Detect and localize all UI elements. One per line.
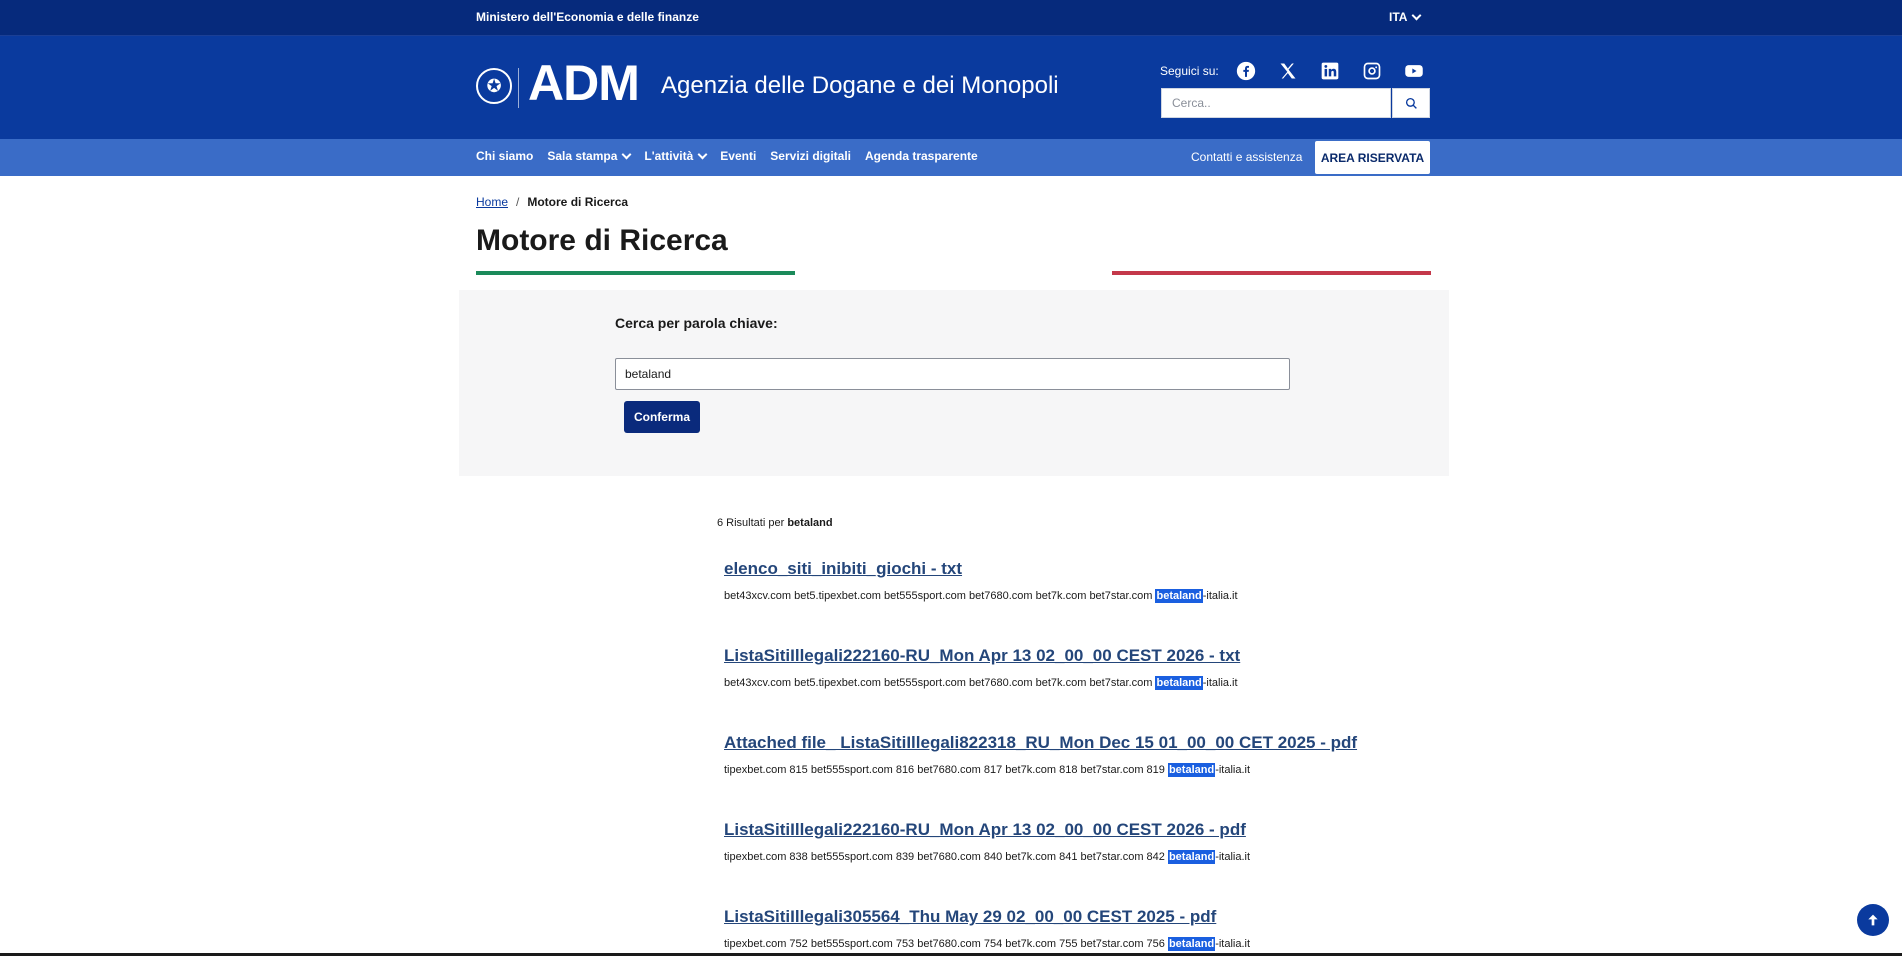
snippet-highlight: betaland [1167, 763, 1216, 777]
search-panel: Cerca per parola chiave: Conferma [459, 290, 1449, 476]
facebook-icon[interactable] [1235, 60, 1257, 82]
nav-item-label: Sala stampa [547, 149, 618, 163]
back-to-top-button[interactable] [1857, 904, 1889, 936]
ministry-link[interactable]: Ministero dell'Economia e delle finanze [476, 10, 699, 24]
snippet-highlight: betaland [1155, 676, 1203, 690]
nav-item-label: Chi siamo [476, 149, 534, 163]
breadcrumb-home-link[interactable]: Home [476, 195, 508, 209]
snippet-highlight: betaland [1167, 937, 1216, 951]
ministry-bar: Ministero dell'Economia e delle finanze … [0, 0, 1902, 36]
chevron-down-icon [697, 149, 708, 159]
result-item: elenco_siti_inibiti_giochi - txt bet43xc… [724, 559, 1238, 603]
result-snippet: tipexbet.com 815 bet555sport.com 816 bet… [724, 763, 1357, 777]
result-title-link[interactable]: ListaSitiIllegali222160-RU_Mon Apr 13 02… [724, 820, 1250, 840]
keyword-label: Cerca per parola chiave: [615, 315, 778, 331]
nav-item-sala-stampa[interactable]: Sala stampa [547, 149, 632, 163]
chevron-down-icon [1412, 10, 1422, 20]
snippet-text: -italia.it [1215, 851, 1251, 863]
nav-item-label: Agenda trasparente [865, 149, 978, 163]
nav-item-agenda-trasparente[interactable]: Agenda trasparente [865, 149, 978, 163]
linkedin-icon[interactable] [1319, 60, 1341, 82]
follow-label: Seguici su: [1160, 64, 1219, 78]
result-title-link[interactable]: ListaSitiIllegali222160-RU_Mon Apr 13 02… [724, 646, 1240, 666]
nav-item-label: Eventi [720, 149, 757, 163]
result-item: ListaSitiIllegali305564_Thu May 29 02_00… [724, 907, 1251, 951]
breadcrumb-separator: / [516, 195, 520, 209]
snippet-text: bet43xcv.com bet5.tipexbet.com bet555spo… [724, 590, 1156, 602]
confirm-button[interactable]: Conferma [624, 401, 700, 433]
result-snippet: tipexbet.com 752 bet555sport.com 753 bet… [724, 937, 1251, 951]
social-links: Seguici su: [1160, 60, 1425, 82]
result-snippet: tipexbet.com 838 bet555sport.com 839 bet… [724, 850, 1251, 864]
result-title-link[interactable]: ListaSitiIllegali305564_Thu May 29 02_00… [724, 907, 1250, 927]
snippet-text: tipexbet.com 752 bet555sport.com 753 bet… [724, 938, 1168, 950]
result-title-link[interactable]: elenco_siti_inibiti_giochi - txt [724, 559, 1238, 579]
nav-item-label: L'attività [644, 149, 694, 163]
snippet-text: tipexbet.com 815 bet555sport.com 816 bet… [724, 764, 1168, 776]
breadcrumb-current: Motore di Ricerca [527, 195, 629, 209]
arrow-up-icon [1868, 914, 1878, 926]
snippet-text: -italia.it [1202, 677, 1238, 689]
search-icon [1405, 97, 1417, 109]
x-icon[interactable] [1277, 60, 1299, 82]
result-snippet: bet43xcv.com bet5.tipexbet.com bet555spo… [724, 589, 1238, 603]
site-search-button[interactable] [1392, 88, 1430, 118]
youtube-icon[interactable] [1403, 60, 1425, 82]
flag-stripe-red [1112, 271, 1431, 275]
result-title-link[interactable]: Attached file_ ListaSitiIllegali822318_R… [724, 733, 1357, 753]
snippet-highlight: betaland [1155, 589, 1203, 603]
snippet-text: bet43xcv.com bet5.tipexbet.com bet555spo… [724, 677, 1156, 689]
result-item: Attached file_ ListaSitiIllegali822318_R… [724, 733, 1357, 777]
language-label: ITA [1389, 10, 1408, 24]
page-title: Motore di Ricerca [476, 224, 728, 257]
keyword-input[interactable] [615, 358, 1290, 390]
flag-stripe-green [476, 271, 795, 275]
agency-name[interactable]: Agenzia delle Dogane e dei Monopoli [661, 72, 1059, 100]
site-search-input[interactable]: Cerca.. [1161, 88, 1391, 118]
nav-item-attivita[interactable]: L'attività [644, 149, 708, 163]
result-snippet: bet43xcv.com bet5.tipexbet.com bet555spo… [724, 676, 1240, 690]
snippet-text: -italia.it [1215, 938, 1251, 950]
site-header: ✪ ADM Agenzia delle Dogane e dei Monopol… [0, 36, 1902, 139]
adm-logo[interactable]: ADM [528, 58, 640, 108]
nav-item-servizi-digitali[interactable]: Servizi digitali [770, 149, 851, 163]
result-item: ListaSitiIllegali222160-RU_Mon Apr 13 02… [724, 820, 1251, 864]
breadcrumb: Home / Motore di Ricerca [476, 195, 628, 209]
snippet-text: -italia.it [1202, 590, 1238, 602]
instagram-icon[interactable] [1361, 60, 1383, 82]
nav-item-eventi[interactable]: Eventi [720, 149, 756, 163]
nav-item-label: Servizi digitali [770, 149, 851, 163]
contacts-link[interactable]: Contatti e assistenza [1191, 150, 1302, 164]
snippet-text: -italia.it [1215, 764, 1251, 776]
results-count: 6 Risultati per betaland [717, 517, 833, 529]
nav-item-chi-siamo[interactable]: Chi siamo [476, 149, 533, 163]
reserved-area-button[interactable]: AREA RISERVATA [1315, 141, 1430, 174]
snippet-text: tipexbet.com 838 bet555sport.com 839 bet… [724, 851, 1168, 863]
results-count-prefix: 6 Risultati per [717, 517, 785, 529]
snippet-highlight: betaland [1167, 850, 1216, 864]
chevron-down-icon [621, 149, 632, 159]
language-selector[interactable]: ITA [1389, 10, 1422, 24]
emblem-divider [518, 68, 519, 108]
republic-emblem-icon: ✪ [476, 68, 512, 104]
results-query: betaland [787, 517, 833, 529]
result-item: ListaSitiIllegali222160-RU_Mon Apr 13 02… [724, 646, 1240, 690]
main-nav: Chi siamo Sala stampa L'attività Eventi … [0, 139, 1902, 176]
